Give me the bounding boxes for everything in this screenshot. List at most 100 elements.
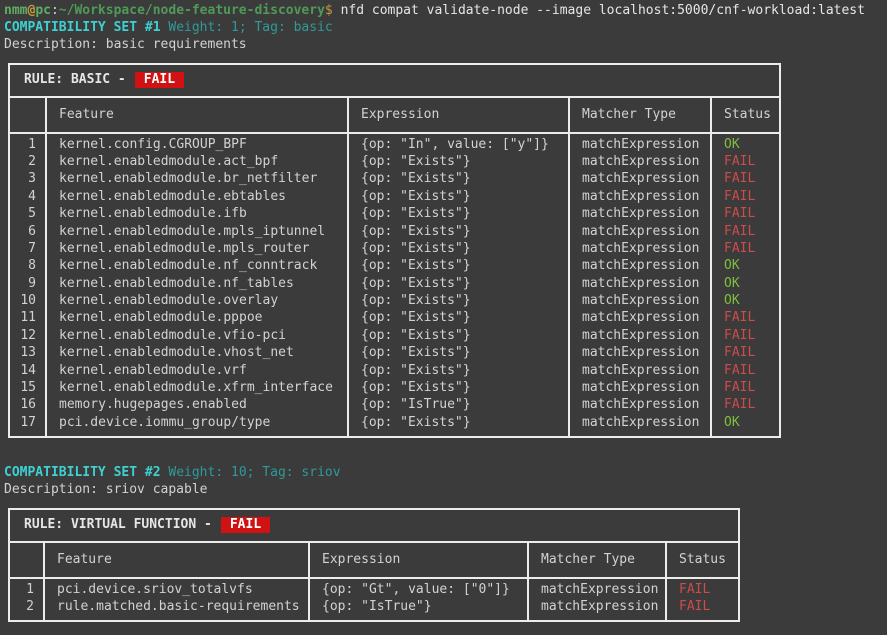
table-header-row: FeatureExpressionMatcher TypeStatus: [10, 543, 738, 579]
expression-cell: {op: "Exists"}: [349, 292, 568, 309]
row-number: 1: [10, 581, 43, 598]
column-header-feature: Feature: [45, 543, 310, 577]
row-number: 10: [10, 292, 45, 309]
column-header-expression: Expression: [310, 543, 529, 577]
feature-cell: kernel.enabledmodule.vrf: [47, 362, 347, 379]
status-cell: FAIL: [712, 153, 779, 170]
status-cell: FAIL: [712, 309, 779, 326]
expression-cell: {op: "IsTrue"}: [310, 598, 527, 615]
feature-cell: kernel.enabledmodule.pppoe: [47, 309, 347, 326]
set-meta: Weight: 1; Tag: basic: [161, 20, 333, 35]
table-column-feature: kernel.config.CGROUP_BPFkernel.enabledmo…: [47, 134, 349, 437]
set-description: Description: sriov capable: [4, 481, 887, 498]
row-number: 11: [10, 309, 45, 326]
matcher-cell: matchExpression: [570, 379, 710, 396]
column-header-index: [10, 98, 47, 132]
expression-cell: {op: "Exists"}: [349, 327, 568, 344]
row-number: 17: [10, 414, 45, 431]
expression-cell: {op: "Gt", value: ["0"]}: [310, 581, 527, 598]
feature-cell: memory.hugepages.enabled: [47, 396, 347, 413]
row-number: 6: [10, 223, 45, 240]
expression-cell: {op: "Exists"}: [349, 223, 568, 240]
status-cell: OK: [712, 292, 779, 309]
rule-header: RULE: BASIC - FAIL: [10, 65, 779, 98]
status-cell: OK: [712, 275, 779, 292]
table-column-feature: pci.device.sriov_totalvfsrule.matched.ba…: [45, 579, 310, 621]
status-cell: FAIL: [667, 598, 738, 615]
feature-cell: rule.matched.basic-requirements: [45, 598, 308, 615]
table-column-expression: {op: "In", value: ["y"]}{op: "Exists"}{o…: [349, 134, 570, 437]
column-header-status: Status: [712, 98, 779, 132]
matcher-cell: matchExpression: [570, 205, 710, 222]
matcher-cell: matchExpression: [570, 292, 710, 309]
row-number: 5: [10, 205, 45, 222]
table-column-expression: {op: "Gt", value: ["0"]}{op: "IsTrue"}: [310, 579, 529, 621]
table-column-matcher: matchExpressionmatchExpressionmatchExpre…: [570, 134, 712, 437]
status-cell: FAIL: [712, 188, 779, 205]
table-column-status: OKFAILFAILFAILFAILFAILFAILOKOKOKFAILFAIL…: [712, 134, 779, 437]
rule-table: RULE: VIRTUAL FUNCTION -FAIL FeatureExpr…: [8, 508, 740, 623]
expression-cell: {op: "Exists"}: [349, 240, 568, 257]
expression-cell: {op: "Exists"}: [349, 275, 568, 292]
column-header-matcher: Matcher Type: [570, 98, 712, 132]
row-number: 1: [10, 136, 45, 153]
status-cell: FAIL: [712, 344, 779, 361]
matcher-cell: matchExpression: [570, 257, 710, 274]
row-number: 4: [10, 188, 45, 205]
status-cell: OK: [712, 136, 779, 153]
status-cell: FAIL: [712, 379, 779, 396]
feature-cell: kernel.enabledmodule.ifb: [47, 205, 347, 222]
rule-status-badge: FAIL: [135, 72, 184, 88]
matcher-cell: matchExpression: [529, 581, 665, 598]
terminal-window[interactable]: nmm@pc:~/Workspace/node-feature-discover…: [0, 0, 887, 635]
feature-cell: kernel.config.CGROUP_BPF: [47, 136, 347, 153]
status-cell: FAIL: [712, 362, 779, 379]
column-header-status: Status: [667, 543, 738, 577]
matcher-cell: matchExpression: [570, 170, 710, 187]
feature-cell: kernel.enabledmodule.ebtables: [47, 188, 347, 205]
set-title: COMPATIBILITY SET #1: [4, 20, 161, 35]
rule-label: RULE: BASIC -: [24, 72, 126, 87]
rule-table: RULE: BASIC - FAIL FeatureExpressionMatch…: [8, 63, 781, 439]
feature-cell: kernel.enabledmodule.mpls_iptunnel: [47, 223, 347, 240]
row-number: 3: [10, 170, 45, 187]
rule-header: RULE: VIRTUAL FUNCTION -FAIL: [10, 510, 738, 543]
column-header-matcher: Matcher Type: [529, 543, 667, 577]
set-heading-line: COMPATIBILITY SET #1 Weight: 1; Tag: bas…: [4, 19, 887, 36]
command-text: nfd compat validate-node --image localho…: [341, 3, 865, 18]
feature-cell: pci.device.iommu_group/type: [47, 414, 347, 431]
expression-cell: {op: "Exists"}: [349, 153, 568, 170]
matcher-cell: matchExpression: [570, 223, 710, 240]
prompt-line: nmm@pc:~/Workspace/node-feature-discover…: [4, 2, 887, 19]
matcher-cell: matchExpression: [570, 240, 710, 257]
expression-cell: {op: "Exists"}: [349, 379, 568, 396]
prompt-colon: :: [51, 3, 59, 18]
column-header-feature: Feature: [47, 98, 349, 132]
set-meta: Weight: 10; Tag: sriov: [161, 465, 341, 480]
table-column-matcher: matchExpressionmatchExpression: [529, 579, 667, 621]
matcher-cell: matchExpression: [570, 396, 710, 413]
compatibility-set: COMPATIBILITY SET #1 Weight: 1; Tag: bas…: [4, 19, 887, 438]
row-number: 14: [10, 362, 45, 379]
set-title: COMPATIBILITY SET #2: [4, 465, 161, 480]
matcher-cell: matchExpression: [570, 275, 710, 292]
prompt-path: ~/Workspace/node-feature-discovery: [59, 3, 325, 18]
table-header-row: FeatureExpressionMatcher TypeStatus: [10, 98, 779, 134]
matcher-cell: matchExpression: [570, 136, 710, 153]
feature-cell: kernel.enabledmodule.br_netfilter: [47, 170, 347, 187]
feature-cell: kernel.enabledmodule.vhost_net: [47, 344, 347, 361]
feature-cell: kernel.enabledmodule.mpls_router: [47, 240, 347, 257]
table-body: 12pci.device.sriov_totalvfsrule.matched.…: [10, 579, 738, 621]
expression-cell: {op: "Exists"}: [349, 188, 568, 205]
prompt-user: nmm: [4, 3, 27, 18]
prompt-dollar: $: [325, 3, 341, 18]
expression-cell: {op: "Exists"}: [349, 257, 568, 274]
table-body: 1234567891011121314151617kernel.config.C…: [10, 134, 779, 437]
status-cell: FAIL: [667, 581, 738, 598]
matcher-cell: matchExpression: [570, 309, 710, 326]
feature-cell: kernel.enabledmodule.overlay: [47, 292, 347, 309]
feature-cell: kernel.enabledmodule.act_bpf: [47, 153, 347, 170]
matcher-cell: matchExpression: [570, 362, 710, 379]
compatibility-sets-container: COMPATIBILITY SET #1 Weight: 1; Tag: bas…: [4, 19, 887, 622]
feature-cell: pci.device.sriov_totalvfs: [45, 581, 308, 598]
